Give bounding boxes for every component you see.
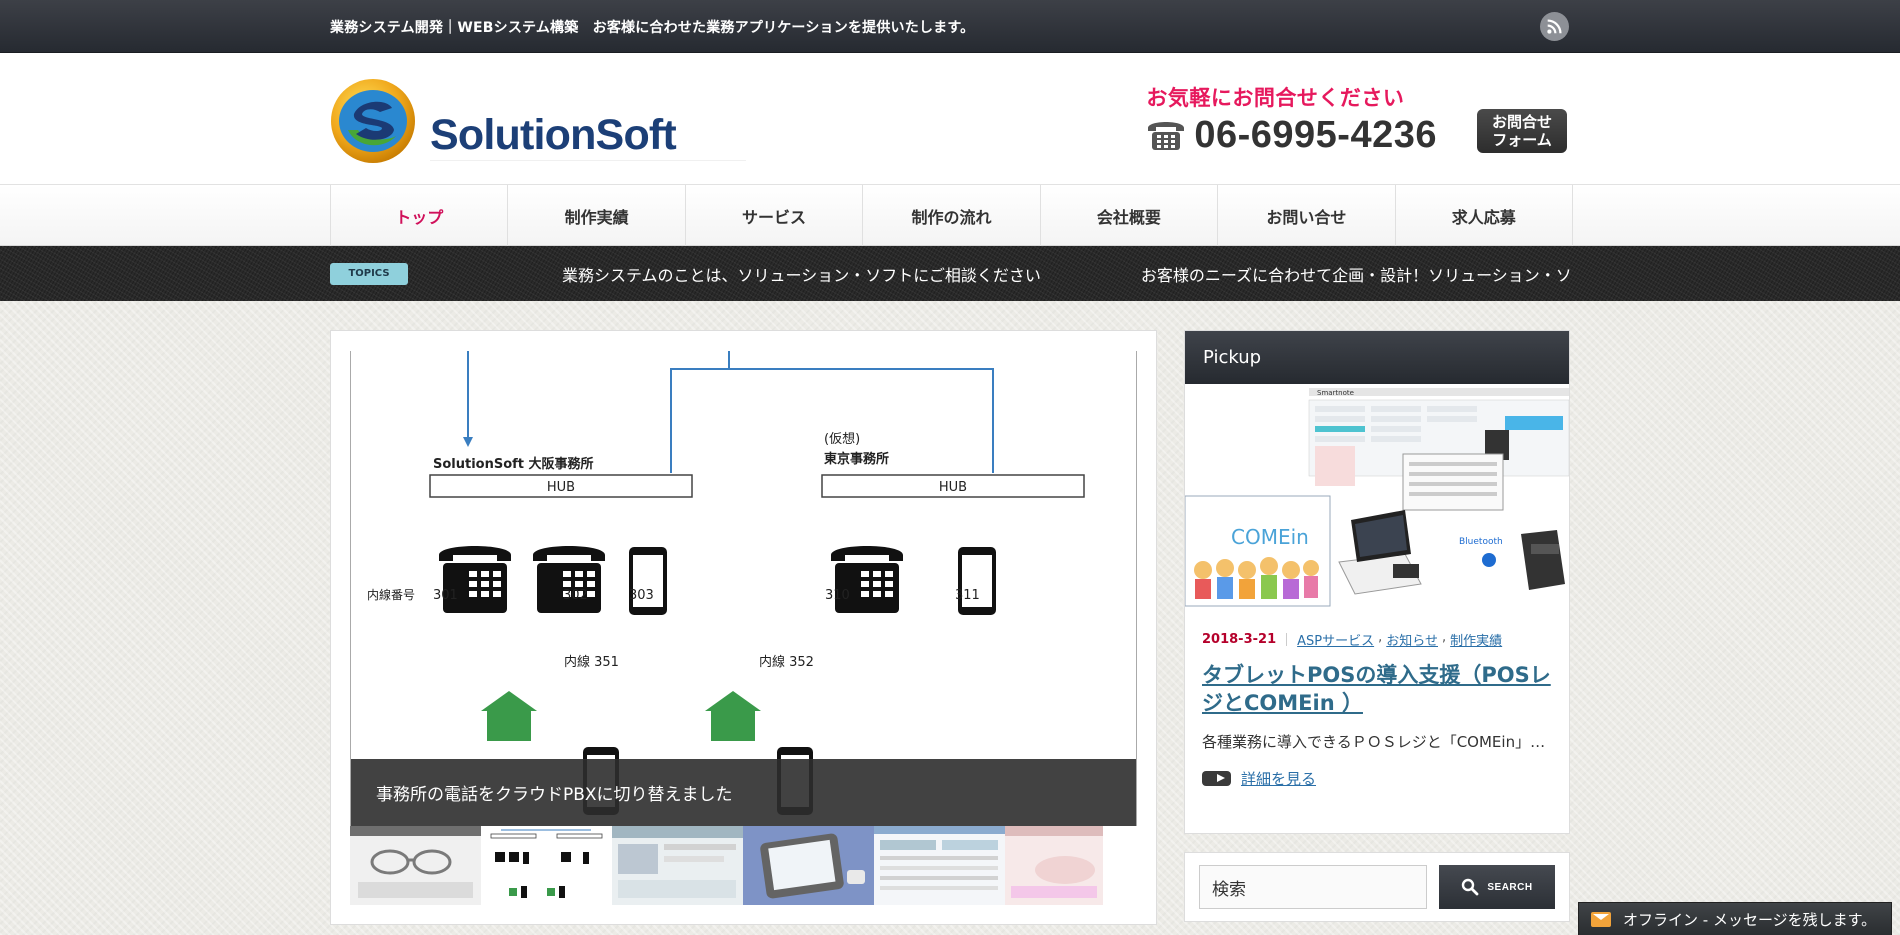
pickup-image-comein: COMEin (1231, 525, 1309, 549)
rss-button[interactable] (1540, 12, 1569, 41)
post-title-link[interactable]: タブレットPOSの導入支援（POSレジとCOMEin ） (1202, 661, 1552, 717)
slide-current[interactable]: SolutionSoft 大阪事務所 (仮想) 東京事務所 HUB HUB 内線… (350, 351, 1137, 826)
extension-number: 301 (433, 588, 458, 603)
home-icon (705, 691, 761, 741)
post-meta: 2018-3-21 ASPサービス, お知らせ, 制作実績 (1202, 630, 1503, 649)
contact-button-line1: お問合せ (1491, 113, 1552, 131)
image-slider: SolutionSoft 大阪事務所 (仮想) 東京事務所 HUB HUB 内線… (330, 330, 1157, 925)
glasses-site-thumbnail-icon (350, 826, 481, 905)
extension-label: 内線番号 (367, 587, 415, 602)
sidebar: Pickup Smartnote COMEin Bluetooth 2018-3… (1184, 330, 1570, 925)
site-tagline: 業務システム開発｜WEBシステム構築 お客様に合わせた業務アプリケーションを提供… (330, 19, 975, 36)
nav-item-flow[interactable]: 制作の流れ (863, 185, 1041, 246)
smartphone-icon (958, 547, 996, 615)
logo-text: SolutionSoft (430, 111, 746, 161)
nav-item-services[interactable]: サービス (686, 185, 864, 246)
pos-register-image-icon: Smartnote COMEin Bluetooth (1185, 384, 1569, 610)
nav-item-recruit[interactable]: 求人応募 (1396, 185, 1573, 246)
meta-divider (1286, 633, 1288, 646)
search-button[interactable]: SEARCH (1439, 865, 1555, 909)
network-diagram-thumbnail-icon (481, 826, 612, 905)
post-date: 2018-3-21 (1202, 632, 1277, 647)
contact-area: お気軽にお問合せください 06-6995-4236 お問合せ フォーム (1146, 82, 1567, 157)
pickup-image-brand: Smartnote (1317, 389, 1354, 397)
network-diagram: SolutionSoft 大阪事務所 (仮想) 東京事務所 HUB HUB 内線… (367, 351, 1085, 815)
office1-label: SolutionSoft 大阪事務所 (433, 456, 594, 472)
search-widget: SEARCH (1184, 852, 1570, 922)
phone-number[interactable]: 06-6995-4236 (1194, 114, 1437, 157)
search-input[interactable] (1199, 865, 1427, 909)
slide-thumbnail[interactable] (1005, 826, 1103, 905)
top-bar: 業務システム開発｜WEBシステム構築 お客様に合わせた業務アプリケーションを提供… (0, 0, 1900, 53)
contact-form-button[interactable]: お問合せ フォーム (1477, 109, 1567, 153)
arrow-right-icon (1202, 771, 1231, 786)
search-button-label: SEARCH (1487, 881, 1533, 893)
main-nav: トップ 制作実績 サービス 制作の流れ 会社概要 お問い合せ 求人応募 (0, 185, 1900, 246)
category-link-news[interactable]: お知らせ (1386, 630, 1438, 649)
web-page-thumbnail-icon (612, 826, 743, 905)
pickup-image[interactable]: Smartnote COMEin Bluetooth (1185, 384, 1569, 610)
contact-message: お気軽にお問合せください (1146, 85, 1405, 110)
pickup-heading: Pickup (1185, 331, 1569, 384)
hub-label: HUB (939, 480, 967, 495)
topics-bar: TOPICS 業務システムのことは、ソリューション・ソフトにご相談ください お客… (0, 246, 1900, 301)
chat-label: オフライン - メッセージを残します。 (1623, 910, 1877, 929)
smartphone-icon (629, 547, 667, 615)
nav-item-company[interactable]: 会社概要 (1041, 185, 1219, 246)
category-link-works[interactable]: 制作実績 (1450, 630, 1502, 649)
web-page-thumbnail-icon (874, 826, 1005, 905)
extension-number: 311 (955, 588, 980, 603)
site-header: SolutionSoft お気軽にお問合せください 06-6995-4236 お… (0, 53, 1900, 185)
read-more-link[interactable]: 詳細を見る (1241, 768, 1316, 789)
pickup-image-bluetooth: Bluetooth (1459, 537, 1503, 547)
search-icon (1462, 878, 1479, 896)
extension-number: 303 (629, 588, 654, 603)
nav-item-works[interactable]: 制作実績 (508, 185, 686, 246)
extension-number: 302 (563, 588, 588, 603)
post-excerpt: 各種業務に導入できるＰＯＳレジと「COMEin」… (1202, 733, 1546, 751)
extension-351: 内線 351 (564, 654, 619, 670)
slide-thumbnail[interactable] (874, 826, 1005, 905)
office2-label: 東京事務所 (824, 451, 889, 467)
chat-widget[interactable]: オフライン - メッセージを残します。 (1578, 902, 1892, 935)
site-logo[interactable]: SolutionSoft (330, 78, 746, 164)
topic-item[interactable]: お客様のニーズに合わせて企画・設計！ソリューション・ソフトの制 (1141, 262, 1573, 286)
nav-item-top[interactable]: トップ (331, 185, 509, 246)
slide-caption[interactable]: 事務所の電話をクラウドPBXに切り替えました (351, 759, 1136, 826)
spa-site-thumbnail-icon (1005, 826, 1103, 905)
telephone-icon (1148, 122, 1185, 150)
pickup-widget: Pickup Smartnote COMEin Bluetooth 2018-3… (1184, 330, 1570, 834)
contact-button-line2: フォーム (1492, 131, 1552, 149)
slide-thumbnail-active[interactable] (481, 826, 612, 905)
slide-thumbnail[interactable] (350, 826, 481, 905)
rss-icon (1547, 19, 1562, 34)
extension-352: 内線 352 (759, 654, 814, 670)
category-link-asp[interactable]: ASPサービス (1297, 630, 1374, 649)
nav-item-contact[interactable]: お問い合せ (1218, 185, 1396, 246)
logo-mark-icon (331, 79, 415, 163)
tablet-thumbnail-icon (743, 826, 874, 905)
topic-item[interactable]: 業務システムのことは、ソリューション・ソフトにご相談ください (562, 262, 1041, 286)
extension-number: 310 (825, 588, 850, 603)
slide-thumbnail[interactable] (612, 826, 743, 905)
topics-ticker: 業務システムのことは、ソリューション・ソフトにご相談ください お客様のニーズに合… (562, 262, 1573, 286)
slide-thumbnail[interactable] (743, 826, 874, 905)
slider-thumbnails (350, 826, 1137, 905)
envelope-icon (1591, 911, 1611, 927)
hub-label: HUB (547, 480, 575, 495)
topics-badge: TOPICS (330, 262, 408, 285)
office2-tag: (仮想) (824, 431, 860, 447)
home-icon (481, 691, 537, 741)
